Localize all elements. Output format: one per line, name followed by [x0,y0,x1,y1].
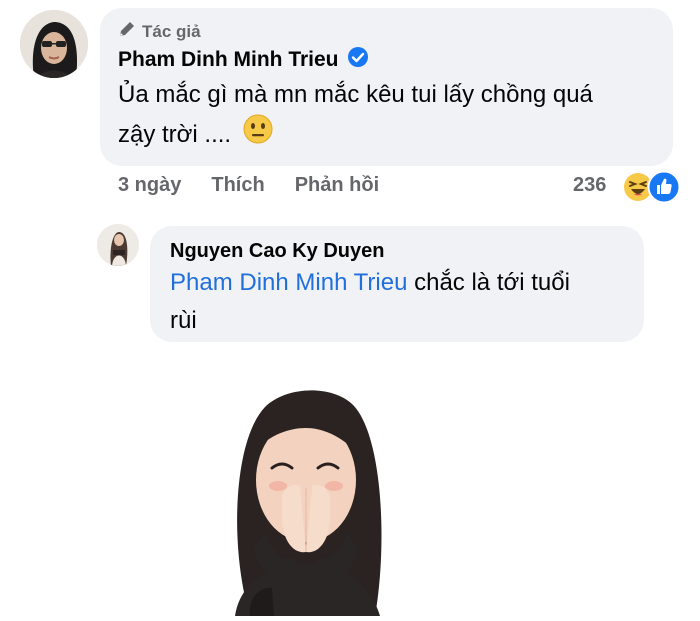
author-badge-label: Tác giả [142,21,201,41]
reply-text: Pham Dinh Minh Trieu chắc là tới tuổi rù… [170,264,630,340]
avatar-nguyen-cao-ky-duyen[interactable] [97,224,139,266]
reply-mention-link[interactable]: Pham Dinh Minh Trieu [170,269,407,296]
comment-text-line2: zậy trời .... [118,121,232,148]
reaction-count[interactable]: 236 [573,174,606,197]
reply-author-name[interactable]: Nguyen Cao Ky Duyen [170,240,384,263]
reply-text-line2: rùi [170,307,197,334]
comment-author-row: Pham Dinh Minh Trieu [118,46,369,73]
reply-text-line1: chắc là tới tuổi [407,269,570,296]
comment-text-line1: Ủa mắc gì mà mn mắc kêu tui lấy chồng qu… [118,81,593,108]
avatar-pham-dinh-minh-trieu[interactable] [20,10,88,78]
comment-timestamp[interactable]: 3 ngày [118,174,181,197]
like-button[interactable]: Thích [211,174,264,197]
pen-icon [118,20,136,43]
comment-author-name[interactable]: Pham Dinh Minh Trieu [118,48,339,72]
author-badge: Tác giả [118,20,201,43]
comment-text: Ủa mắc gì mà mn mắc kêu tui lấy chồng qu… [118,76,663,156]
comment-actions: 3 ngày Thích Phản hồi [118,174,379,197]
reaction-icons[interactable] [623,170,683,204]
like-reaction-icon [647,170,681,209]
reply-button[interactable]: Phản hồi [295,174,379,197]
memoji-sticker-laughing [210,382,400,616]
neutral-face-emoji-icon [243,114,273,156]
verified-badge-icon [347,46,369,73]
